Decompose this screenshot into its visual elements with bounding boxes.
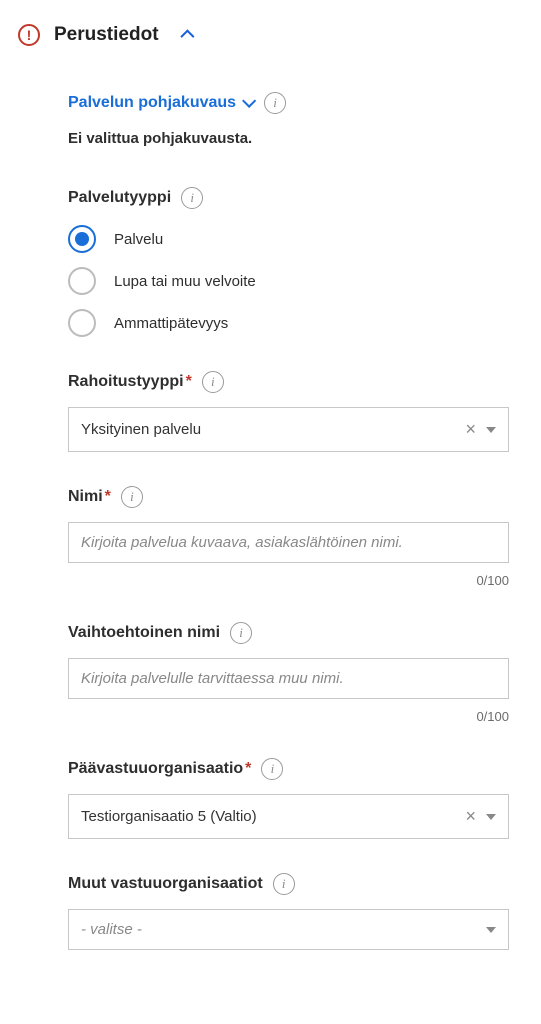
radio-icon	[68, 225, 96, 253]
pohjakuvaus-link-text: Palvelun pohjakuvaus	[68, 94, 236, 112]
vaihtoehtoinen-group: Vaihtoehtoinen nimi i 0/100	[68, 622, 509, 724]
radio-icon	[68, 267, 96, 295]
radio-label: Palvelu	[114, 231, 163, 248]
vaihtoehtoinen-input-wrap	[68, 658, 509, 699]
nimi-input-wrap	[68, 522, 509, 563]
muut-group: Muut vastuuorganisaatiot i - valitse -	[68, 873, 509, 950]
rahoitustyyppi-select[interactable]: Yksityinen palvelu ×	[68, 407, 509, 452]
rahoitustyyppi-label: Rahoitustyyppi*	[68, 373, 192, 391]
radio-palvelu[interactable]: Palvelu	[68, 225, 509, 253]
select-placeholder: - valitse -	[81, 921, 142, 938]
clear-icon[interactable]: ×	[465, 806, 476, 827]
caret-down-icon	[486, 427, 496, 433]
pohjakuvaus-link[interactable]: Palvelun pohjakuvaus	[68, 94, 252, 112]
muut-select[interactable]: - valitse -	[68, 909, 509, 950]
nimi-charcount: 0/100	[68, 573, 509, 588]
section-header[interactable]: ! Perustiedot	[18, 24, 523, 46]
radio-ammatti[interactable]: Ammattipätevyys	[68, 309, 509, 337]
nimi-input[interactable]	[81, 534, 496, 551]
select-value: Yksityinen palvelu	[81, 421, 201, 438]
select-value: Testiorganisaatio 5 (Valtio)	[81, 808, 257, 825]
info-icon[interactable]: i	[264, 92, 286, 114]
caret-down-icon	[486, 814, 496, 820]
radio-icon	[68, 309, 96, 337]
info-icon[interactable]: i	[230, 622, 252, 644]
pohjakuvaus-status: Ei valittua pohjakuvausta.	[68, 130, 509, 147]
caret-down-icon	[486, 927, 496, 933]
info-icon[interactable]: i	[202, 371, 224, 393]
paavastuu-label: Päävastuuorganisaatio*	[68, 760, 251, 778]
radio-label: Lupa tai muu velvoite	[114, 273, 256, 290]
nimi-group: Nimi* i 0/100	[68, 486, 509, 588]
info-icon[interactable]: i	[261, 758, 283, 780]
paavastuu-group: Päävastuuorganisaatio* i Testiorganisaat…	[68, 758, 509, 839]
vaihtoehtoinen-charcount: 0/100	[68, 709, 509, 724]
chevron-down-icon	[242, 94, 256, 108]
nimi-label: Nimi*	[68, 488, 111, 506]
chevron-up-icon	[180, 29, 194, 43]
muut-label: Muut vastuuorganisaatiot	[68, 875, 263, 893]
vaihtoehtoinen-label: Vaihtoehtoinen nimi	[68, 624, 220, 642]
palvelutyyppi-group: Palvelutyyppi i Palvelu Lupa tai muu vel…	[68, 187, 509, 337]
radio-label: Ammattipätevyys	[114, 315, 228, 332]
info-icon[interactable]: i	[273, 873, 295, 895]
palvelutyyppi-label: Palvelutyyppi	[68, 189, 171, 207]
clear-icon[interactable]: ×	[465, 419, 476, 440]
paavastuu-select[interactable]: Testiorganisaatio 5 (Valtio) ×	[68, 794, 509, 839]
vaihtoehtoinen-input[interactable]	[81, 670, 496, 687]
info-icon[interactable]: i	[121, 486, 143, 508]
info-icon[interactable]: i	[181, 187, 203, 209]
warning-icon: !	[18, 24, 40, 46]
radio-lupa[interactable]: Lupa tai muu velvoite	[68, 267, 509, 295]
rahoitustyyppi-group: Rahoitustyyppi* i Yksityinen palvelu ×	[68, 371, 509, 452]
pohjakuvaus-row: Palvelun pohjakuvaus i	[68, 92, 509, 114]
section-title: Perustiedot	[54, 24, 159, 46]
